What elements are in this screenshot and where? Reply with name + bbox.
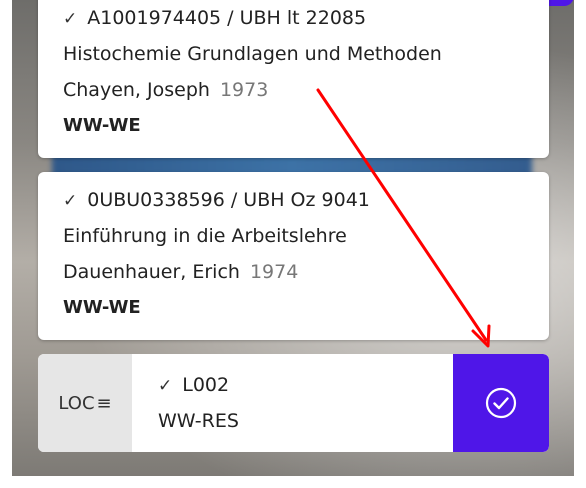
annotation-arrow xyxy=(316,88,491,348)
